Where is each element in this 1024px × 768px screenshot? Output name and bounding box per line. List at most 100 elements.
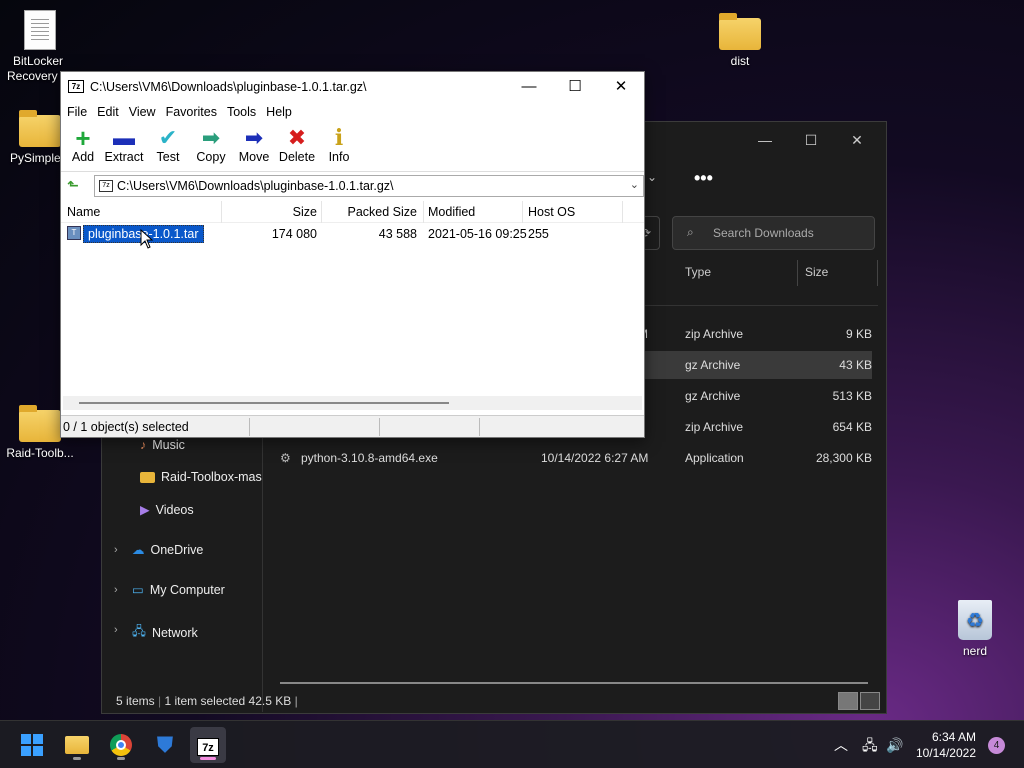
chevron-right-icon[interactable]: › <box>114 584 118 596</box>
notification-badge[interactable]: 4 <box>988 737 1005 754</box>
search-icon: ⌕ <box>687 225 694 239</box>
tiles-view-button[interactable] <box>860 692 880 710</box>
chevron-up-icon[interactable]: ︿ <box>834 721 848 768</box>
column-header-type[interactable]: Type <box>685 265 711 279</box>
column-header-host-os[interactable]: Host OS <box>528 205 575 219</box>
desktop-icon-label: Raid-Toolb... <box>6 446 74 460</box>
scrollbar-thumb[interactable] <box>79 402 449 404</box>
delete-button[interactable]: ✖ Delete <box>275 125 319 165</box>
nav-item-videos[interactable]: ▶ Videos <box>140 502 194 518</box>
network-icon[interactable]: 🖧 <box>862 721 878 768</box>
running-indicator <box>200 757 216 760</box>
copy-icon: ➡ <box>201 125 221 150</box>
file-host-os: 255 <box>528 227 549 241</box>
horizontal-scrollbar[interactable] <box>280 682 868 684</box>
taskbar-windows-security[interactable]: ⛊ <box>147 727 183 763</box>
search-input[interactable]: ⌕ Search Downloads <box>672 216 875 250</box>
menu-help[interactable]: Help <box>266 102 299 122</box>
horizontal-scrollbar[interactable] <box>63 396 642 410</box>
details-view-button[interactable] <box>838 692 858 710</box>
nav-item-onedrive[interactable]: ☁ OneDrive <box>132 542 203 558</box>
column-separator[interactable] <box>522 201 523 223</box>
extract-button[interactable]: ▬ Extract <box>102 126 146 165</box>
desktop-icon-recycle-bin[interactable]: nerd <box>935 600 1015 658</box>
column-separator[interactable] <box>423 201 424 223</box>
maximize-button[interactable]: ☐ <box>788 126 834 154</box>
desktop-icon-label: dist <box>730 54 750 68</box>
desktop-icon-dist[interactable]: dist <box>700 13 780 68</box>
clock-time: 6:34 AM <box>931 730 976 744</box>
delete-icon: ✖ <box>287 125 307 150</box>
column-separator[interactable] <box>877 260 878 286</box>
minimize-button[interactable]: — <box>742 126 788 154</box>
menu-tools[interactable]: Tools <box>227 102 263 122</box>
menu-favorites[interactable]: Favorites <box>166 102 224 122</box>
file-size: 43 KB <box>839 358 872 372</box>
folder-icon <box>65 736 89 754</box>
move-button[interactable]: ➡ Move <box>232 126 276 165</box>
file-row[interactable]: ⚙ python-3.10.8-amd64.exe 10/14/2022 6:2… <box>272 444 872 472</box>
file-size: 9 KB <box>845 327 872 341</box>
list-header: Name Size Packed Size Modified Host OS <box>61 201 644 223</box>
tar-file-icon: T <box>67 226 81 240</box>
column-separator[interactable] <box>797 260 798 286</box>
delete-label: Delete <box>278 150 316 164</box>
cloud-icon: ☁ <box>132 543 145 557</box>
copy-button[interactable]: ➡ Copy <box>189 125 233 165</box>
chevron-right-icon[interactable]: › <box>114 624 118 636</box>
nav-item-network[interactable]: 🖧 Network <box>132 622 198 643</box>
maximize-button[interactable]: ☐ <box>552 72 598 102</box>
minimize-button[interactable]: — <box>506 72 552 102</box>
nav-item-label: Raid-Toolbox-mas <box>161 470 262 484</box>
info-button[interactable]: i Info <box>317 126 361 164</box>
taskbar-chrome[interactable] <box>103 727 139 763</box>
more-options-button[interactable]: ••• <box>694 168 713 189</box>
window-title: C:\Users\VM6\Downloads\pluginbase-1.0.1.… <box>90 80 367 94</box>
extract-label: Extract <box>104 150 144 164</box>
start-button[interactable] <box>14 727 50 763</box>
add-icon: + <box>75 123 91 153</box>
column-header-size[interactable]: Size <box>293 205 317 219</box>
status-size: 42.5 KB <box>248 694 292 708</box>
chevron-right-icon[interactable]: › <box>114 544 118 556</box>
volume-icon[interactable]: 🔊 <box>886 721 903 768</box>
nav-item-music[interactable]: ♪ Music <box>140 438 185 452</box>
test-label: Test <box>156 150 180 164</box>
close-button[interactable]: ✕ <box>598 72 644 102</box>
file-size: 513 KB <box>832 389 872 403</box>
file-size: 28,300 KB <box>815 451 872 465</box>
column-separator[interactable] <box>622 201 623 223</box>
application-icon: ⚙ <box>280 451 291 465</box>
column-header-modified[interactable]: Modified <box>428 205 475 219</box>
column-separator[interactable] <box>321 201 322 223</box>
7zip-window: 7z C:\Users\VM6\Downloads\pluginbase-1.0… <box>60 71 645 438</box>
test-button[interactable]: ✔ Test <box>146 126 190 165</box>
chevron-down-icon[interactable]: ⌄ <box>630 178 639 191</box>
taskbar-7zip[interactable]: 7z <box>190 727 226 763</box>
close-button[interactable]: ✕ <box>834 126 880 154</box>
desktop-icon-label: nerd <box>962 644 988 658</box>
menu-edit[interactable]: Edit <box>97 102 126 122</box>
status-separator <box>479 418 480 436</box>
menu-view[interactable]: View <box>129 102 163 122</box>
nav-item-label: Network <box>151 625 198 640</box>
clock[interactable]: 6:34 AM 10/14/2022 <box>916 729 976 761</box>
selection-status: 0 / 1 object(s) selected <box>63 420 189 434</box>
column-header-size[interactable]: Size <box>805 265 828 279</box>
chrome-icon <box>110 734 132 756</box>
address-input[interactable]: 7z C:\Users\VM6\Downloads\pluginbase-1.0… <box>94 175 644 197</box>
column-separator[interactable] <box>221 201 222 223</box>
7zip-archive-icon: 7z <box>99 180 113 192</box>
column-header-packed-size[interactable]: Packed Size <box>348 205 417 219</box>
menu-file[interactable]: File <box>67 102 94 122</box>
7zip-title-bar[interactable]: 7z C:\Users\VM6\Downloads\pluginbase-1.0… <box>61 72 644 102</box>
chevron-down-icon[interactable]: ⌄ <box>647 170 657 184</box>
taskbar-file-explorer[interactable] <box>59 727 95 763</box>
add-button[interactable]: + Add <box>61 123 105 164</box>
file-modified: 10/14/2022 6:27 AM <box>541 451 649 465</box>
column-header-name[interactable]: Name <box>67 205 100 219</box>
nav-item-my-computer[interactable]: ▭ My Computer <box>132 582 225 598</box>
nav-item-raid-toolbox[interactable]: Raid-Toolbox-mas <box>140 470 262 484</box>
sidebar-divider[interactable] <box>262 422 263 712</box>
folder-up-icon[interactable]: ⬑ <box>67 177 79 194</box>
